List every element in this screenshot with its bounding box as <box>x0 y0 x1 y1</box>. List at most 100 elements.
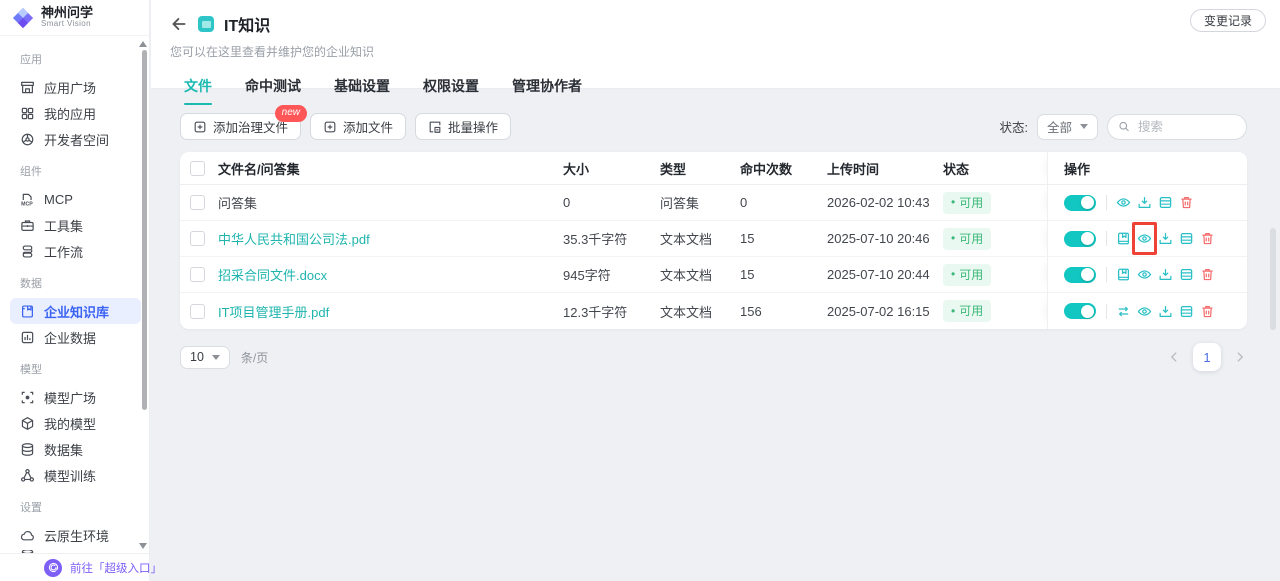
divider <box>1106 304 1107 319</box>
sidebar-scroll-up-icon[interactable] <box>139 41 147 47</box>
divider <box>1106 231 1107 246</box>
tab-basic-settings[interactable]: 基础设置 <box>334 76 390 105</box>
bar-chart-icon <box>20 330 35 345</box>
file-name-link[interactable]: 中华人民共和国公司法.pdf <box>218 229 563 248</box>
file-type: 文本文档 <box>660 302 740 321</box>
sidebar-scroll-down-icon[interactable] <box>139 543 147 549</box>
nav-section-data: 数据 <box>20 275 141 291</box>
col-header-size: 大小 <box>563 159 660 178</box>
changelog-button[interactable]: 变更记录 <box>1190 9 1266 32</box>
tab-files[interactable]: 文件 <box>184 76 212 105</box>
enable-toggle[interactable] <box>1064 231 1096 247</box>
enable-toggle[interactable] <box>1064 303 1096 319</box>
sidebar-item-datasets[interactable]: 数据集 <box>10 436 141 462</box>
delete-trash-icon[interactable] <box>1200 304 1215 319</box>
swap-arrows-icon[interactable] <box>1116 304 1131 319</box>
sidebar-item-toolset[interactable]: 工具集 <box>10 212 141 238</box>
scan-icon <box>20 390 35 405</box>
tab-permission-settings[interactable]: 权限设置 <box>423 76 479 105</box>
preview-eye-icon[interactable] <box>1137 267 1152 282</box>
brand-logo: 神州问学 Smart Vision <box>0 0 149 36</box>
search-box[interactable] <box>1107 114 1247 140</box>
sidebar-item-enterprise-data[interactable]: 企业数据 <box>10 324 141 350</box>
batch-copy-icon <box>428 120 442 134</box>
page-scrollbar[interactable] <box>1270 228 1276 330</box>
download-icon[interactable] <box>1158 304 1173 319</box>
sidebar-item-cloud-native[interactable]: 云原生环境 <box>10 522 141 548</box>
preview-eye-icon[interactable] <box>1116 195 1131 210</box>
sidebar-footer-portal[interactable]: 前往「超级入口」 <box>0 553 149 581</box>
file-name-link[interactable]: IT项目管理手册.pdf <box>218 302 563 321</box>
segments-icon[interactable] <box>1158 195 1173 210</box>
sidebar-item-my-models[interactable]: 我的模型 <box>10 410 141 436</box>
download-icon[interactable] <box>1137 195 1152 210</box>
table-row: 招采合同文件.docx 945字符 文本文档 15 2025-07-10 20:… <box>180 257 1247 293</box>
preview-eye-icon[interactable] <box>1137 304 1152 319</box>
sidebar-item-label: 企业知识库 <box>44 302 109 321</box>
sidebar-scrollbar[interactable] <box>142 50 147 410</box>
prev-page-icon[interactable] <box>1167 350 1181 364</box>
enable-toggle[interactable] <box>1064 195 1096 211</box>
sidebar-item-label: 我的应用 <box>44 104 96 123</box>
annotation-highlight-box <box>1132 222 1157 255</box>
nav-section-models: 模型 <box>20 361 141 377</box>
sidebar-item-label: 模型训练 <box>44 466 96 485</box>
batch-operations-button[interactable]: 批量操作 <box>415 113 511 140</box>
table-header-row: 文件名/问答集 大小 类型 命中次数 上传时间 状态 操作 <box>180 152 1247 185</box>
sidebar-item-mcp[interactable]: MCP <box>10 186 141 212</box>
delete-trash-icon[interactable] <box>1200 231 1215 246</box>
main-area: IT知识 您可以在这里查看并维护您的企业知识 变更记录 文件 命中测试 基础设置… <box>151 0 1280 581</box>
add-file-button[interactable]: 添加文件 <box>310 113 406 140</box>
chevron-down-icon <box>1080 124 1088 129</box>
cube-icon <box>20 416 35 431</box>
divider <box>1106 195 1107 210</box>
book-icon <box>20 304 35 319</box>
sidebar-item-app-market[interactable]: 应用广场 <box>10 74 141 100</box>
sidebar-item-workflow[interactable]: 工作流 <box>10 238 141 264</box>
page-size-unit: 条/页 <box>241 349 268 366</box>
sidebar-item-my-apps[interactable]: 我的应用 <box>10 100 141 126</box>
sidebar-item-knowledge-base[interactable]: 企业知识库 <box>10 298 141 324</box>
row-checkbox[interactable] <box>190 195 205 210</box>
search-input[interactable] <box>1136 119 1236 135</box>
file-name-link[interactable]: 招采合同文件.docx <box>218 265 563 284</box>
row-checkbox[interactable] <box>190 231 205 246</box>
row-checkbox[interactable] <box>190 267 205 282</box>
next-page-icon[interactable] <box>1233 350 1247 364</box>
tab-hit-test[interactable]: 命中测试 <box>245 76 301 105</box>
download-icon[interactable] <box>1158 267 1173 282</box>
sidebar-item-model-training[interactable]: 模型训练 <box>10 462 141 488</box>
nav-section-components: 组件 <box>20 163 141 179</box>
super-portal-label: 前往「超级入口」 <box>70 560 162 576</box>
super-portal-icon <box>44 559 62 577</box>
download-icon[interactable] <box>1158 231 1173 246</box>
delete-trash-icon[interactable] <box>1179 195 1194 210</box>
status-filter-select[interactable]: 全部 <box>1037 114 1098 140</box>
sidebar-item-model-market[interactable]: 模型广场 <box>10 384 141 410</box>
segments-icon[interactable] <box>1179 231 1194 246</box>
current-page-button[interactable]: 1 <box>1193 343 1221 371</box>
page-size-select[interactable]: 10 <box>180 346 230 369</box>
back-icon[interactable] <box>170 15 188 33</box>
delete-trash-icon[interactable] <box>1200 267 1215 282</box>
tab-collaborators[interactable]: 管理协作者 <box>512 76 582 105</box>
row-checkbox[interactable] <box>190 304 205 319</box>
upload-time: 2026-02-02 10:43 <box>827 195 943 210</box>
segments-icon[interactable] <box>1179 304 1194 319</box>
preview-eye-icon[interactable] <box>1137 231 1152 246</box>
status-text: 可用 <box>959 266 983 283</box>
brand-title: 神州问学 <box>41 6 93 20</box>
brand-subtitle: Smart Vision <box>41 20 93 28</box>
mcp-doc-icon <box>20 192 35 207</box>
governed-book-icon[interactable] <box>1116 231 1131 246</box>
add-governed-file-button[interactable]: 添加治理文件 new <box>180 113 301 140</box>
segments-icon[interactable] <box>1179 267 1194 282</box>
store-icon <box>20 80 35 95</box>
file-size: 945字符 <box>563 265 660 284</box>
sidebar-item-dev-space[interactable]: 开发者空间 <box>10 126 141 152</box>
file-size: 35.3千字符 <box>563 229 660 248</box>
select-all-checkbox[interactable] <box>190 161 205 176</box>
row-actions <box>1047 257 1247 292</box>
enable-toggle[interactable] <box>1064 267 1096 283</box>
governed-book-icon[interactable] <box>1116 267 1131 282</box>
